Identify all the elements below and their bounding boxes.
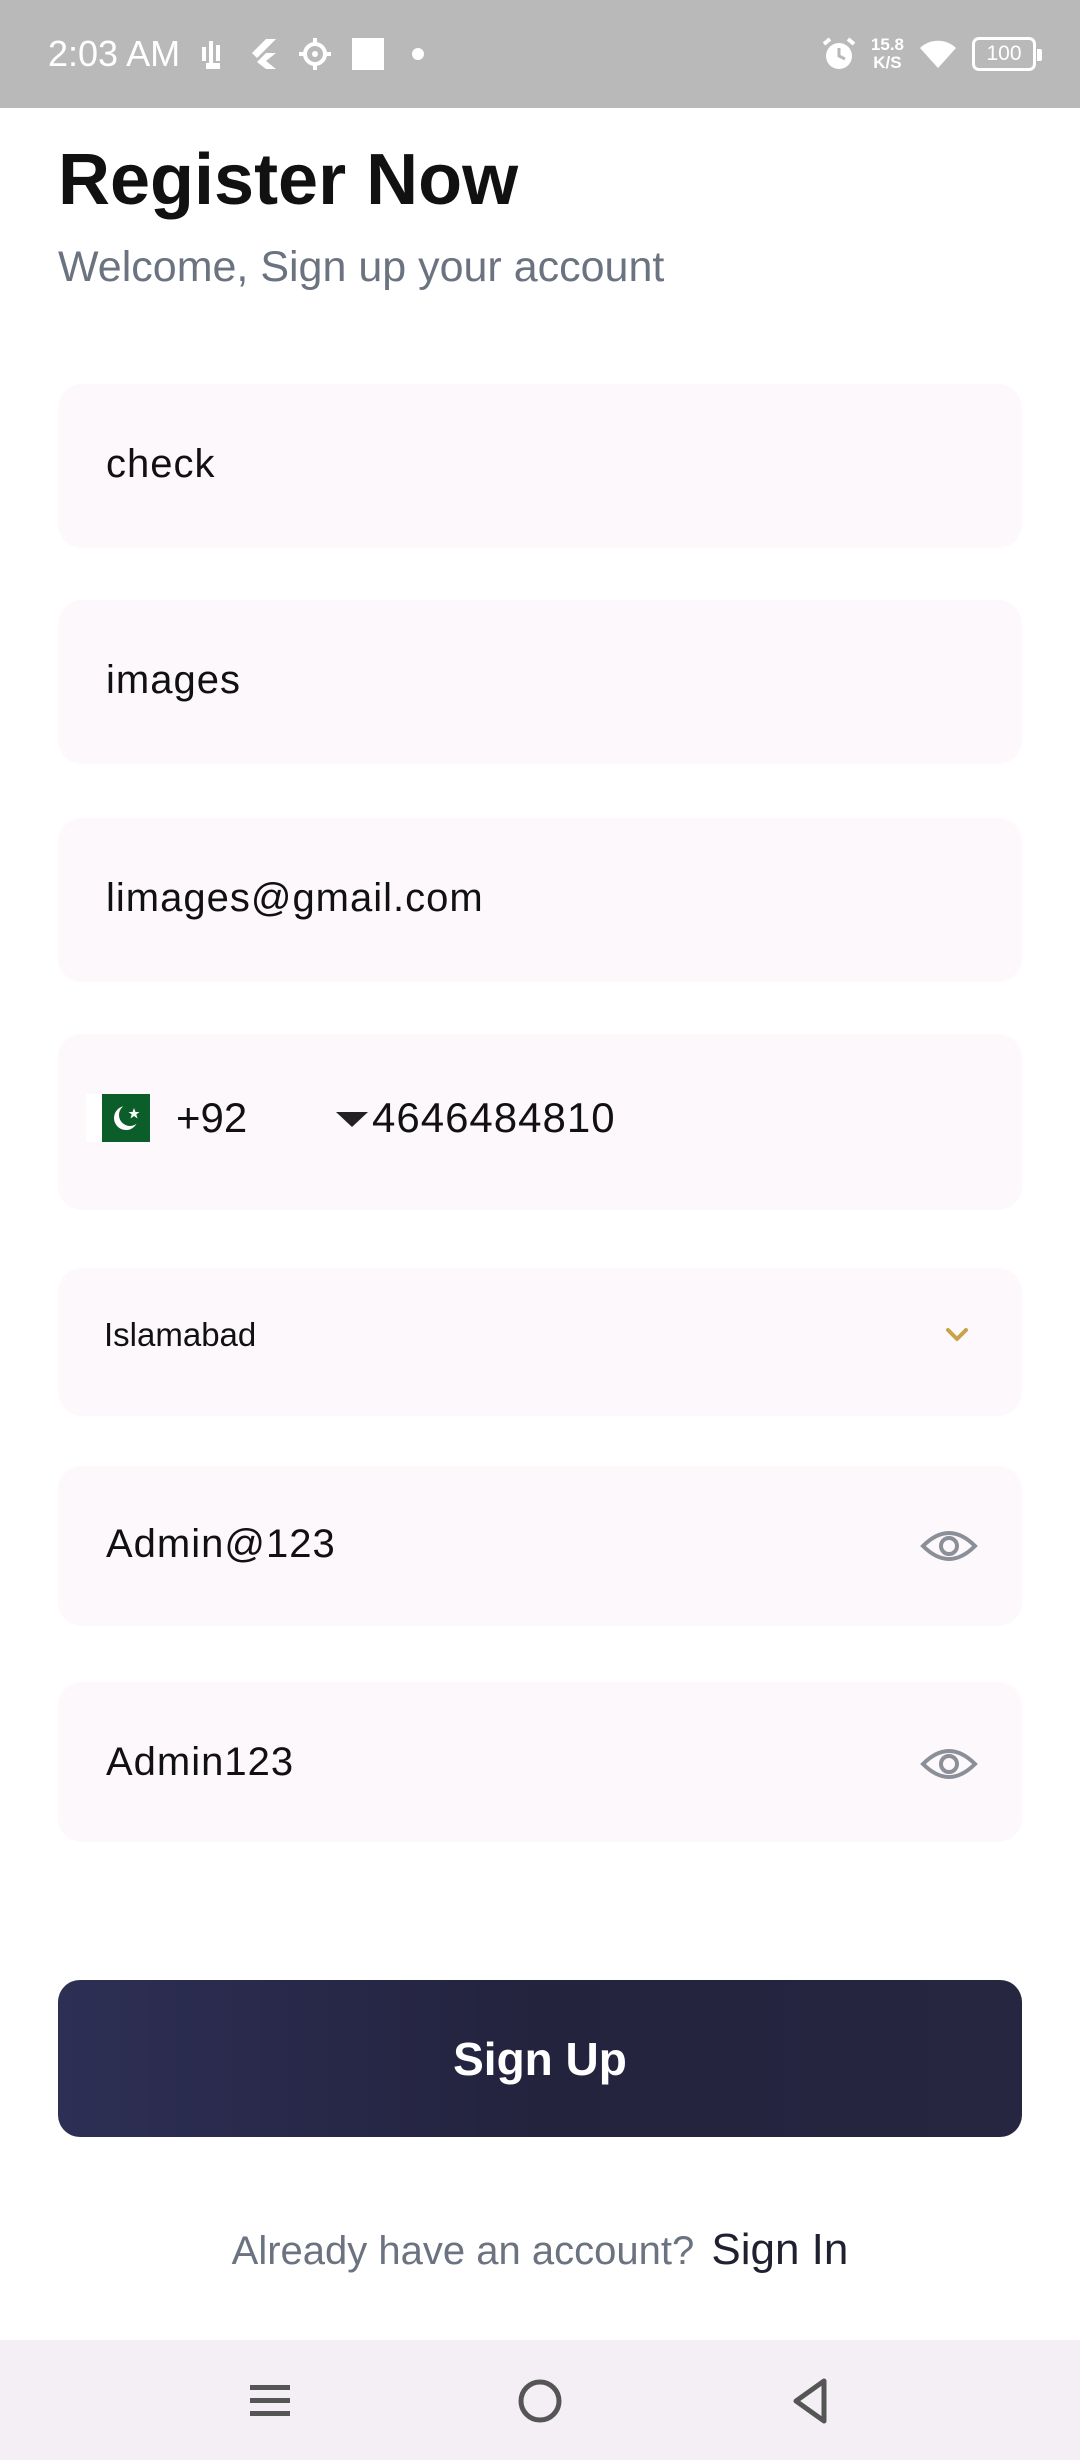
last-name-field[interactable]: images <box>58 600 1022 764</box>
home-circle-icon[interactable] <box>510 2374 570 2428</box>
sign-in-row: Already have an account? Sign In <box>0 2222 1080 2279</box>
flutter-icon <box>252 39 276 69</box>
country-code-dropdown-icon[interactable] <box>336 1112 368 1127</box>
sim-signal-icon <box>202 41 220 69</box>
settings-gear-icon <box>299 38 331 70</box>
phone-field[interactable]: +92 4646484810 <box>58 1034 1022 1210</box>
net-speed: 15.8 K/S <box>871 36 904 72</box>
menu-icon[interactable] <box>240 2374 300 2428</box>
status-left-icons <box>200 32 424 76</box>
net-speed-value: 15.8 <box>870 35 904 54</box>
status-bar: 2:03 AM 15.8 K/S 100 <box>0 0 1080 108</box>
battery-icon: 100 <box>972 37 1042 71</box>
net-speed-unit: K/S <box>873 53 902 72</box>
back-triangle-icon[interactable] <box>780 2374 840 2428</box>
pakistan-flag-icon[interactable] <box>86 1094 150 1142</box>
white-square-icon <box>352 38 384 70</box>
city-selected-value[interactable]: Islamabad <box>104 1316 256 1354</box>
wifi-icon <box>920 40 956 68</box>
navigation-bar <box>0 2340 1080 2460</box>
battery-level: 100 <box>986 42 1022 65</box>
confirm-password-field[interactable]: Admin123 <box>58 1682 1022 1842</box>
sign-up-button[interactable]: Sign Up <box>58 1980 1022 2137</box>
first-name-value[interactable]: check <box>106 442 216 487</box>
password-value[interactable]: Admin@123 <box>106 1522 336 1567</box>
confirm-password-value[interactable]: Admin123 <box>106 1740 294 1785</box>
sign-in-prompt: Already have an account? <box>231 2229 695 2273</box>
status-time: 2:03 AM <box>48 33 181 74</box>
page-title: Register Now <box>58 140 519 220</box>
alarm-icon <box>822 37 856 69</box>
status-right-icons: 15.8 K/S 100 <box>821 28 1042 80</box>
dot-icon <box>412 48 424 60</box>
chevron-down-icon[interactable] <box>944 1326 970 1344</box>
email-value[interactable]: limages@gmail.com <box>106 876 484 921</box>
email-field[interactable]: limages@gmail.com <box>58 818 1022 982</box>
last-name-value[interactable]: images <box>106 658 241 703</box>
city-dropdown[interactable]: Islamabad <box>58 1268 1022 1416</box>
page-subtitle: Welcome, Sign up your account <box>58 243 665 291</box>
sign-in-link[interactable]: Sign In <box>711 2225 848 2274</box>
country-code[interactable]: +92 <box>176 1094 247 1142</box>
password-field[interactable]: Admin@123 <box>58 1466 1022 1626</box>
first-name-field[interactable]: check <box>58 384 1022 548</box>
eye-icon[interactable] <box>920 1744 978 1784</box>
phone-number-value[interactable]: 4646484810 <box>372 1094 616 1142</box>
eye-icon[interactable] <box>920 1526 978 1566</box>
